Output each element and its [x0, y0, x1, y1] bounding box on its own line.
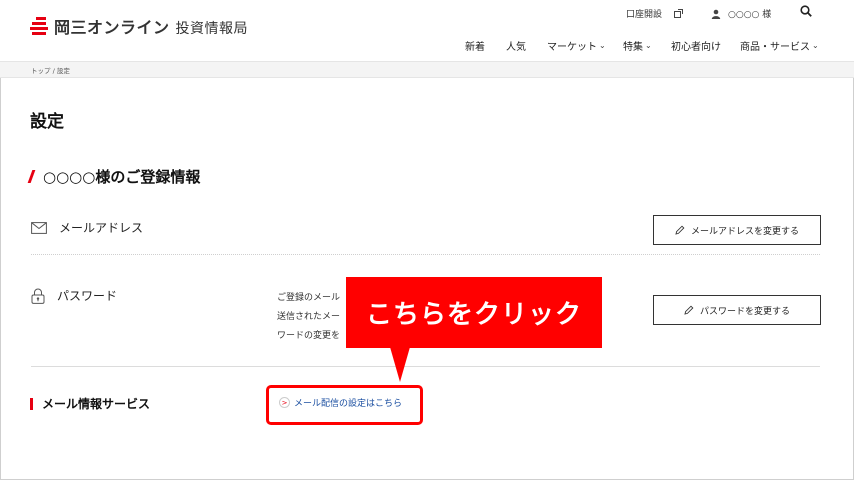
mail-service-label: メール情報サービス [42, 397, 151, 411]
nav-item-beginner[interactable]: 初心者向け [671, 38, 721, 53]
change-email-button[interactable]: メールアドレスを変更する [653, 215, 821, 245]
site-logo[interactable]: 岡三オンライン 投資情報局 [30, 14, 248, 38]
password-label: パスワード [57, 289, 118, 303]
account-open-link[interactable]: 口座開設 [626, 7, 684, 20]
chevron-down-icon: ⌄ [812, 41, 819, 50]
nav-item-products[interactable]: 商品・サービス ⌄ [740, 38, 819, 53]
nav-item-popular[interactable]: 人気 [506, 38, 526, 53]
nav-label: 新着 [465, 42, 485, 53]
password-row-label: パスワード [31, 287, 117, 304]
logo-brand-text: 岡三オンライン [54, 18, 170, 37]
change-password-label: パスワードを変更する [699, 306, 790, 317]
mail-icon [31, 221, 47, 234]
pencil-icon [684, 305, 694, 315]
user-menu[interactable]: ○○○○ 様 [711, 7, 771, 20]
email-label: メールアドレス [59, 221, 144, 235]
row-divider [31, 254, 820, 255]
nav-label: 初心者向け [671, 42, 721, 53]
account-open-label: 口座開設 [626, 10, 663, 20]
highlight-box [266, 385, 423, 425]
heading-accent-bar [30, 397, 33, 410]
breadcrumb: トップ / 設定 [31, 67, 70, 75]
callout-label: こちらをクリック [346, 277, 602, 348]
chevron-down-icon: ⌄ [599, 41, 606, 50]
section-divider [31, 366, 820, 367]
section-title: ○○○○様のご登録情報 [27, 166, 201, 187]
nav-label: 特集 [623, 42, 643, 53]
change-email-label: メールアドレスを変更する [690, 226, 799, 237]
nav-label: 人気 [506, 42, 526, 53]
okasan-logo-icon [30, 15, 48, 37]
section-title-text: ○○○○様のご登録情報 [43, 168, 201, 186]
logo-sub-text: 投資情報局 [175, 21, 249, 37]
change-password-button[interactable]: パスワードを変更する [653, 295, 821, 325]
nav-label: 商品・サービス [740, 42, 810, 53]
site-header: 岡三オンライン 投資情報局 口座開設 ○○○○ 様 新着 人気 マーケット ⌄ 特集… [0, 0, 854, 61]
user-name: ○○○○ 様 [728, 10, 772, 20]
page-title: 設定 [30, 112, 64, 132]
lock-icon [31, 288, 45, 304]
chevron-down-icon: ⌄ [645, 41, 652, 50]
callout-pointer [390, 347, 410, 382]
nav-label: マーケット [547, 42, 597, 53]
pencil-icon [675, 225, 685, 235]
mail-service-heading: メール情報サービス [30, 395, 150, 412]
search-button[interactable] [800, 5, 812, 17]
breadcrumb-bar: トップ / 設定 [0, 61, 854, 78]
user-icon [711, 9, 721, 19]
external-link-icon [674, 9, 684, 18]
nav-item-new[interactable]: 新着 [465, 38, 485, 53]
nav-item-market[interactable]: マーケット ⌄ [547, 38, 606, 53]
search-icon [800, 5, 812, 17]
nav-item-feature[interactable]: 特集 ⌄ [623, 38, 652, 53]
email-row-label: メールアドレス [31, 219, 143, 236]
